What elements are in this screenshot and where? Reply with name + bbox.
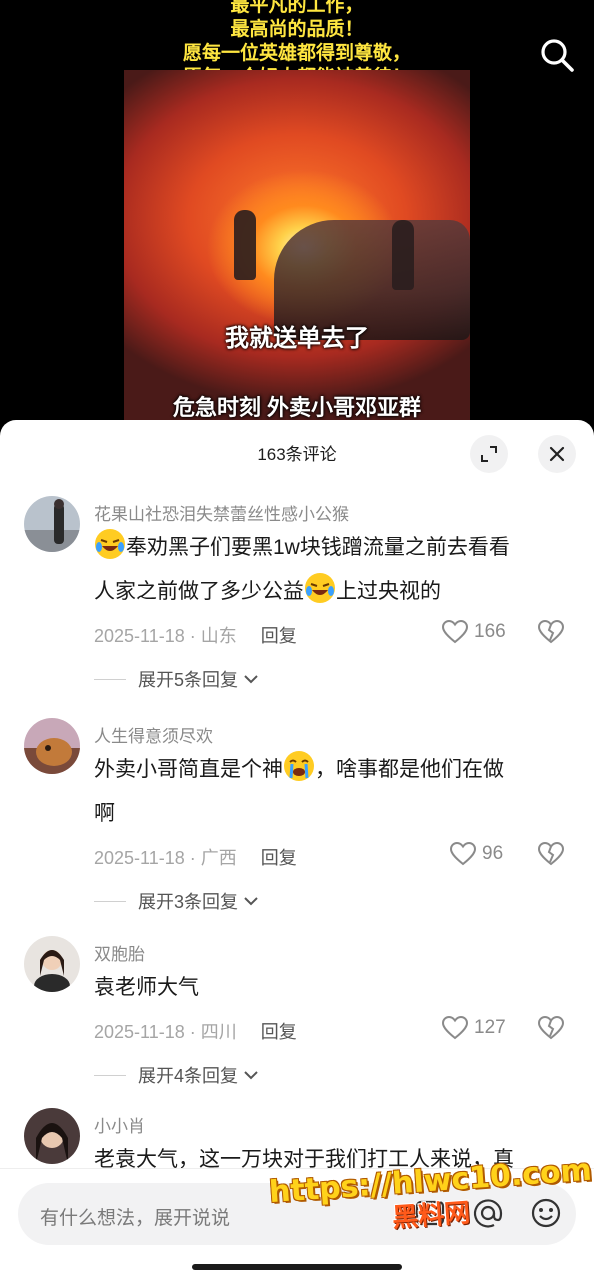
crying-emoji-icon	[284, 751, 314, 781]
like-button[interactable]: 96	[450, 842, 503, 866]
comment-date-location: 2025-11-18 · 山东	[94, 626, 237, 646]
laugh-cry-emoji-icon	[305, 573, 335, 603]
dislike-button[interactable]	[537, 841, 565, 871]
headline-line: 愿每一位英雄都得到尊敬，	[182, 43, 411, 64]
home-indicator	[192, 1264, 402, 1270]
laugh-cry-emoji-icon	[95, 529, 125, 559]
comment-meta: 2025-11-18 · 山东 回复	[94, 622, 297, 648]
avatar[interactable]	[24, 1108, 80, 1164]
comment-date-location: 2025-11-18 · 广西	[94, 848, 237, 868]
comment-text-line: 上过央视的	[336, 580, 441, 603]
comment-sheet: 163条评论 花果山社恐泪失禁蕾丝性感小公猴 奉劝黑子们要黑1w块钱蹭流量之前去…	[0, 420, 594, 1280]
comment-input-placeholder: 有什么想法，展开说说	[40, 1208, 231, 1229]
comment-text-line: 袁老师大气	[94, 976, 199, 999]
heart-icon	[442, 620, 468, 644]
broken-heart-icon	[537, 841, 565, 866]
dislike-button[interactable]	[537, 1015, 565, 1045]
heart-icon	[442, 1016, 468, 1040]
search-button[interactable]	[538, 36, 576, 74]
close-button[interactable]	[538, 435, 576, 473]
expand-icon	[481, 446, 497, 462]
broken-heart-icon	[537, 1015, 565, 1040]
video-frame	[124, 70, 470, 440]
like-count: 166	[474, 621, 506, 642]
reply-button[interactable]: 回复	[261, 1022, 297, 1042]
chevron-down-icon	[244, 1071, 258, 1080]
video-subtitle: 危急时刻 外卖小哥邓亚群	[172, 395, 422, 420]
video-subtitle: 我就送单去了	[225, 325, 369, 352]
expand-replies-label: 展开3条回复	[138, 892, 239, 912]
like-count: 96	[482, 843, 504, 864]
avatar[interactable]	[24, 936, 80, 992]
comment-text: 奉劝黑子们要黑1w块钱蹭流量之前去看看 人家之前做了多少公益 上过央视的	[94, 526, 564, 614]
rescuer-figure	[392, 220, 414, 290]
chevron-down-icon	[244, 675, 258, 684]
comment-text-line: 人家之前做了多少公益	[94, 580, 304, 603]
comment-username[interactable]: 小小肖	[94, 1112, 145, 1137]
avatar[interactable]	[24, 718, 80, 774]
expand-replies-button[interactable]: 展开5条回复	[94, 666, 260, 692]
fullscreen-button[interactable]	[470, 435, 508, 473]
avatar[interactable]	[24, 496, 80, 552]
comment-date-location: 2025-11-18 · 四川	[94, 1022, 237, 1042]
headline-line: 最平凡的工作，	[230, 0, 364, 16]
comment-meta: 2025-11-18 · 广西 回复	[94, 844, 297, 870]
like-button[interactable]: 166	[442, 620, 506, 644]
close-icon	[549, 446, 565, 462]
video-player[interactable]: 最平凡的工作， 最高尚的品质！ 愿每一位英雄都得到尊敬， 愿每一个好人都能被善待…	[0, 0, 594, 440]
at-mention-icon[interactable]	[472, 1197, 504, 1229]
reply-button[interactable]: 回复	[261, 848, 297, 868]
comment-meta: 2025-11-18 · 四川 回复	[94, 1018, 297, 1044]
image-icon[interactable]	[414, 1197, 446, 1229]
heart-icon	[450, 842, 476, 866]
chevron-down-icon	[244, 897, 258, 906]
like-button[interactable]: 127	[442, 1016, 506, 1040]
comment-input[interactable]: 有什么想法，展开说说	[18, 1183, 576, 1245]
headline-line: 最高尚的品质！	[230, 19, 364, 40]
like-count: 127	[474, 1017, 506, 1038]
expand-replies-label: 展开5条回复	[138, 670, 239, 690]
comment-text-line: 啊	[94, 802, 115, 825]
expand-replies-label: 展开4条回复	[138, 1066, 239, 1086]
emoji-icon[interactable]	[530, 1197, 562, 1229]
comment-text: 袁老师大气	[94, 966, 564, 1010]
expand-replies-button[interactable]: 展开4条回复	[94, 1062, 260, 1088]
comment-text-line: ，啥事都是他们在做	[315, 758, 504, 781]
comment-username[interactable]: 人生得意须尽欢	[94, 722, 213, 747]
search-icon	[541, 39, 574, 72]
input-actions	[414, 1197, 562, 1229]
comment-text-line: 外卖小哥简直是个神	[94, 758, 283, 781]
expand-replies-button[interactable]: 展开3条回复	[94, 888, 260, 914]
comment-text-line: 奉劝黑子们要黑1w块钱蹭流量之前去看看	[126, 536, 510, 559]
broken-heart-icon	[537, 619, 565, 644]
comment-text: 外卖小哥简直是个神 ，啥事都是他们在做 啊	[94, 748, 564, 836]
reply-button[interactable]: 回复	[261, 626, 297, 646]
rescuer-figure	[234, 210, 256, 280]
comment-username[interactable]: 双胞胎	[94, 940, 145, 965]
dislike-button[interactable]	[537, 619, 565, 649]
comment-username[interactable]: 花果山社恐泪失禁蕾丝性感小公猴	[94, 500, 349, 525]
